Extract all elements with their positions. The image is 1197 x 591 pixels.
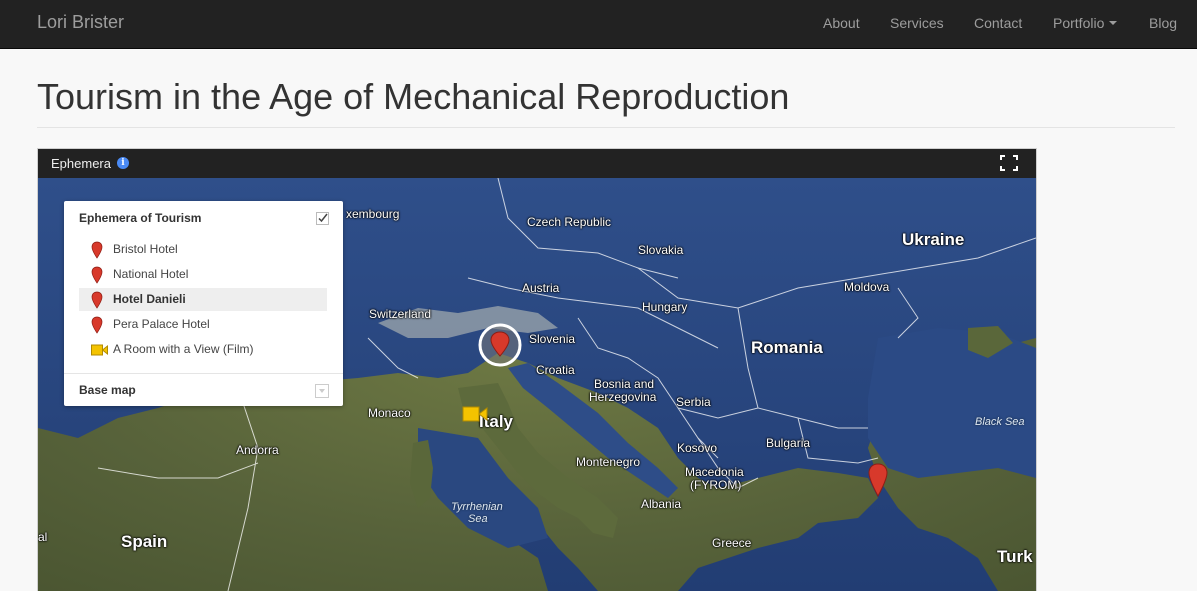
map-pin-icon [91, 316, 103, 334]
black-sea [868, 328, 1036, 478]
legend-item-label: National Hotel [113, 267, 189, 281]
map-label-romania: Romania [751, 338, 823, 357]
map-label-czech-republic: Czech Republic [527, 215, 612, 229]
map-label-bulgaria: Bulgaria [766, 436, 811, 450]
map-label-bosnia-line1: Bosnia and [594, 377, 655, 391]
video-camera-marker[interactable] [462, 404, 488, 424]
base-map-dropdown-toggle[interactable] [315, 384, 329, 398]
nav-portfolio-dropdown[interactable]: Portfolio [1053, 15, 1118, 31]
legend-item-label: Pera Palace Hotel [113, 317, 210, 331]
map-label-kosovo: Kosovo [677, 441, 718, 455]
legend-item-pera-palace-hotel[interactable]: Pera Palace Hotel [79, 313, 327, 336]
map-label-macedonia-line1: Macedonia [685, 465, 744, 479]
nav-blog[interactable]: Blog [1149, 15, 1177, 31]
page-title: Tourism in the Age of Mechanical Reprodu… [37, 76, 790, 117]
legend-item-label: Hotel Danieli [113, 292, 186, 306]
map-label-hungary: Hungary [642, 300, 688, 314]
map-label-serbia: Serbia [676, 395, 711, 409]
fullscreen-icon[interactable] [1000, 155, 1018, 171]
map-label-ukraine: Ukraine [902, 230, 965, 249]
nav-portfolio-label: Portfolio [1053, 15, 1105, 31]
legend-item-hotel-danieli[interactable]: Hotel Danieli [79, 288, 327, 311]
legend-item-label: A Room with a View (Film) [113, 342, 254, 356]
legend-item-room-with-a-view[interactable]: A Room with a View (Film) [79, 338, 327, 361]
video-camera-icon [91, 344, 108, 356]
map-label-tyrrhenian-line2: Sea [468, 513, 488, 525]
map-label-spain: Spain [121, 532, 168, 551]
legend-item-bristol-hotel[interactable]: Bristol Hotel [79, 238, 327, 261]
info-icon[interactable]: i [117, 157, 129, 169]
map-label-montenegro: Montenegro [576, 455, 641, 469]
title-divider [37, 127, 1175, 128]
map-pin-icon [91, 291, 103, 309]
hotel-danieli-marker[interactable] [478, 323, 522, 367]
map-label-monaco: Monaco [368, 406, 411, 420]
map-label-slovakia: Slovakia [638, 243, 684, 257]
base-map-label[interactable]: Base map [79, 383, 136, 397]
map-label-turkey: Turk [997, 547, 1033, 566]
legend-item-national-hotel[interactable]: National Hotel [79, 263, 327, 286]
legend-item-label: Bristol Hotel [113, 242, 178, 256]
nav-about[interactable]: About [823, 15, 860, 31]
map-header: Ephemera i [38, 149, 1036, 178]
map-label-albania: Albania [641, 497, 682, 511]
map-label-croatia: Croatia [536, 363, 575, 377]
legend-divider [64, 373, 343, 374]
map-label-macedonia-line2: (FYROM) [690, 478, 742, 492]
map-label-moldova: Moldova [844, 280, 890, 294]
map-label-greece: Greece [712, 536, 752, 550]
map-pin-icon [91, 241, 103, 259]
map-label-black-sea: Black Sea [975, 416, 1025, 428]
layer-visibility-checkbox[interactable] [316, 212, 329, 225]
map-label-luxembourg: xembourg [346, 207, 400, 221]
nav-contact[interactable]: Contact [974, 15, 1022, 31]
map-legend-panel: Ephemera of Tourism Bristol Hotel Nation… [64, 201, 343, 406]
chevron-down-icon [1109, 21, 1118, 26]
map-label-andorra: Andorra [236, 443, 279, 457]
map-label-bosnia-line2: Herzegovina [589, 390, 657, 404]
brand-link[interactable]: Lori Brister [37, 12, 124, 33]
map-label-austria: Austria [522, 281, 560, 295]
embedded-map[interactable]: Ephemera i xembourg Czech Republic Slova… [37, 148, 1037, 591]
pera-palace-marker[interactable] [867, 463, 889, 499]
nav-services[interactable]: Services [890, 15, 944, 31]
map-label-switzerland: Switzerland [369, 307, 432, 321]
legend-title: Ephemera of Tourism [79, 211, 202, 225]
map-pin-icon [91, 266, 103, 284]
map-label-portugal: al [38, 530, 48, 544]
chevron-down-icon [319, 389, 325, 393]
map-label-tyrrhenian-line1: Tyrrhenian [451, 501, 503, 513]
top-navbar: Lori Brister About Services Contact Port… [0, 0, 1197, 49]
map-title: Ephemera [51, 156, 111, 171]
map-label-slovenia: Slovenia [529, 332, 576, 346]
